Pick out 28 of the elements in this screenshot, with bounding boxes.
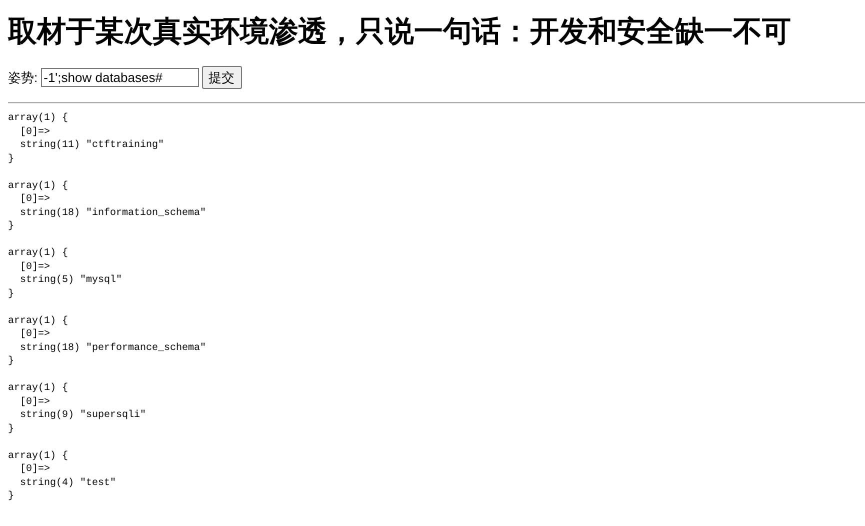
code-line: [0]=> <box>19 193 50 206</box>
code-line: array(1) { <box>8 247 68 260</box>
code-line: [0]=> <box>19 463 50 476</box>
code-line: } <box>8 422 14 436</box>
code-line: } <box>8 220 14 234</box>
code-line: } <box>8 355 14 368</box>
code-line: string(11) "ctftraining" <box>19 139 164 152</box>
field-label: 姿势: <box>8 68 38 86</box>
code-line: string(5) "mysql" <box>19 274 122 288</box>
input-field[interactable]: -1';show databases# <box>40 68 199 87</box>
code-line: } <box>8 490 14 504</box>
code-line: [0]=> <box>19 260 50 274</box>
page-title: 取材于某次真实环境渗透，只说一句话：开发和安全缺一不可 <box>8 13 792 50</box>
code-line: string(9) "supersqli" <box>19 409 146 422</box>
code-line: [0]=> <box>19 328 50 342</box>
code-line: [0]=> <box>19 396 50 409</box>
code-line: [0]=> <box>19 126 50 139</box>
code-line: array(1) { <box>8 382 68 396</box>
code-line: array(1) { <box>8 314 68 328</box>
code-line: array(1) { <box>8 450 68 463</box>
code-line: string(18) "information_schema" <box>19 206 206 220</box>
code-line: array(1) { <box>8 180 68 193</box>
submit-button[interactable]: 提交 <box>202 66 242 89</box>
code-line: array(1) { <box>8 112 68 126</box>
code-line: } <box>8 152 14 166</box>
code-line: string(4) "test" <box>19 476 116 490</box>
code-line: string(18) "performance_schema" <box>19 342 206 355</box>
code-line: } <box>8 288 14 301</box>
